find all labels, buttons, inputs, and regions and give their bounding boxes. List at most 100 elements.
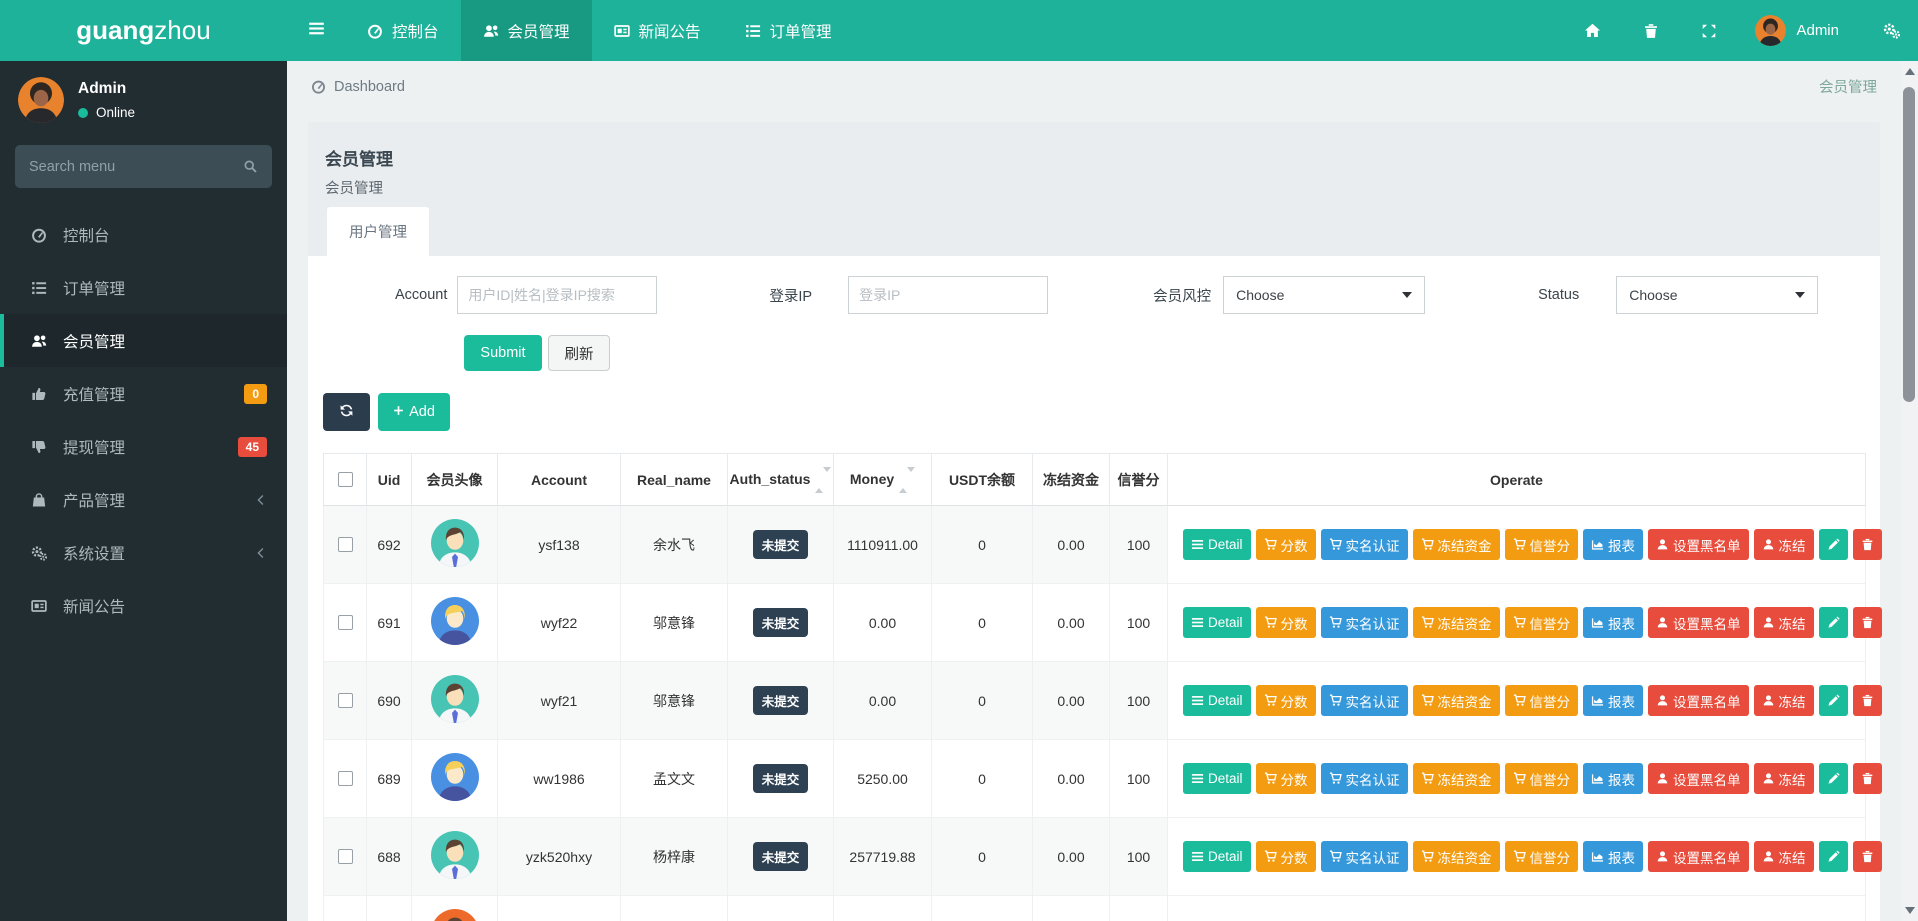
edit-button[interactable]: [1818, 529, 1848, 560]
row-checkbox[interactable]: [337, 693, 353, 708]
operate-buttons: Detail 分数 实名认证 冻结资金 信誉分 报表 设置黑名单 冻结: [1183, 685, 1882, 716]
detail-button[interactable]: Detail: [1183, 685, 1251, 716]
report-button[interactable]: 报表: [1583, 763, 1644, 794]
row-checkbox[interactable]: [337, 771, 353, 786]
realname-auth-button[interactable]: 实名认证: [1320, 763, 1408, 794]
scrollbar-up-button[interactable]: [1901, 63, 1918, 80]
edit-button[interactable]: [1818, 763, 1848, 794]
set-blacklist-button[interactable]: 设置黑名单: [1648, 685, 1749, 716]
delete-button[interactable]: [1852, 763, 1882, 794]
report-button[interactable]: 报表: [1583, 607, 1644, 638]
admin-menu-label[interactable]: Admin: [1796, 22, 1839, 39]
cogs-icon[interactable]: [1883, 22, 1900, 39]
status-select[interactable]: Choose: [1616, 276, 1819, 314]
credit-score-button[interactable]: 信誉分: [1504, 763, 1579, 794]
freeze-button[interactable]: 冻结: [1753, 685, 1814, 716]
detail-button[interactable]: Detail: [1183, 841, 1251, 872]
freeze-funds-button[interactable]: 冻结资金: [1412, 607, 1500, 638]
cart-icon: [1264, 772, 1277, 785]
sidebar-item-orders[interactable]: 订单管理: [0, 261, 287, 314]
expand-icon[interactable]: [1701, 23, 1717, 39]
cart-icon: [1513, 538, 1526, 551]
row-checkbox[interactable]: [337, 849, 353, 864]
nav-item-dashboard[interactable]: 控制台: [345, 0, 461, 61]
edit-button[interactable]: [1818, 607, 1848, 638]
freeze-button[interactable]: 冻结: [1753, 529, 1814, 560]
delete-button[interactable]: [1852, 529, 1882, 560]
select-all-checkbox[interactable]: [337, 472, 353, 487]
report-button[interactable]: 报表: [1583, 841, 1644, 872]
scrollbar-thumb[interactable]: [1903, 87, 1915, 402]
credit-score-button[interactable]: 信誉分: [1504, 685, 1579, 716]
credit-score-button[interactable]: 信誉分: [1504, 529, 1579, 560]
nav-item-news[interactable]: 新闻公告: [592, 0, 723, 61]
score-button[interactable]: 分数: [1255, 529, 1316, 560]
delete-button[interactable]: [1852, 607, 1882, 638]
sidebar-item-settings[interactable]: 系统设置: [0, 526, 287, 579]
nav-item-members[interactable]: 会员管理: [460, 0, 592, 61]
login-ip-input[interactable]: [848, 276, 1049, 314]
freeze-funds-button[interactable]: 冻结资金: [1412, 685, 1500, 716]
add-button[interactable]: Add: [378, 393, 450, 431]
score-button[interactable]: 分数: [1255, 607, 1316, 638]
trash-icon[interactable]: [1643, 23, 1659, 39]
freeze-button[interactable]: 冻结: [1753, 607, 1814, 638]
admin-avatar[interactable]: [1755, 15, 1787, 46]
report-button[interactable]: 报表: [1583, 529, 1644, 560]
score-button[interactable]: 分数: [1255, 685, 1316, 716]
detail-button[interactable]: Detail: [1183, 529, 1251, 560]
breadcrumb-dashboard[interactable]: Dashboard: [334, 79, 405, 95]
sidebar-item-withdraw[interactable]: 提现管理 45: [0, 420, 287, 473]
submit-button[interactable]: Submit: [464, 335, 542, 371]
credit-score-button[interactable]: 信誉分: [1504, 607, 1579, 638]
realname-auth-button[interactable]: 实名认证: [1320, 841, 1408, 872]
account-input[interactable]: [457, 276, 658, 314]
set-blacklist-button[interactable]: 设置黑名单: [1648, 529, 1749, 560]
freeze-funds-button[interactable]: 冻结资金: [1412, 763, 1500, 794]
sidebar-item-recharge[interactable]: 充值管理 0: [0, 367, 287, 420]
realname-auth-button[interactable]: 实名认证: [1320, 607, 1408, 638]
sidebar-item-dashboard[interactable]: 控制台: [0, 208, 287, 261]
edit-button[interactable]: [1818, 685, 1848, 716]
freeze-funds-button[interactable]: 冻结资金: [1412, 841, 1500, 872]
sidebar-item-members[interactable]: 会员管理: [0, 314, 287, 367]
breadcrumb-right-link[interactable]: 会员管理: [1819, 76, 1877, 97]
column-header-auth[interactable]: Auth_status: [727, 453, 834, 506]
delete-button[interactable]: [1852, 685, 1882, 716]
home-icon[interactable]: [1584, 22, 1601, 39]
sidebar-toggle-button[interactable]: [287, 0, 345, 61]
detail-button[interactable]: Detail: [1183, 607, 1251, 638]
nav-item-orders[interactable]: 订单管理: [723, 0, 854, 61]
row-checkbox[interactable]: [337, 615, 353, 630]
credit-score-button[interactable]: 信誉分: [1504, 841, 1579, 872]
tab-user-management[interactable]: 用户管理: [327, 207, 429, 256]
edit-button[interactable]: [1818, 841, 1848, 872]
table-row: 688 yzk520hxy 杨梓康 未提交 257719.88 0 0.00 100 Detai…: [323, 817, 1882, 896]
report-button[interactable]: 报表: [1583, 685, 1644, 716]
row-checkbox[interactable]: [337, 537, 353, 552]
risk-control-select[interactable]: Choose: [1223, 276, 1426, 314]
column-header-money[interactable]: Money: [833, 453, 932, 506]
sidebar-item-news[interactable]: 新闻公告: [0, 579, 287, 632]
search-input[interactable]: [29, 158, 243, 175]
freeze-button[interactable]: 冻结: [1753, 841, 1814, 872]
search-icon[interactable]: [243, 159, 258, 174]
reload-button[interactable]: [323, 393, 370, 431]
freeze-button[interactable]: 冻结: [1753, 763, 1814, 794]
cart-icon: [1513, 850, 1526, 863]
refresh-button[interactable]: 刷新: [548, 335, 610, 371]
sidebar-item-products[interactable]: 产品管理: [0, 473, 287, 526]
set-blacklist-button[interactable]: 设置黑名单: [1648, 607, 1749, 638]
freeze-funds-button[interactable]: 冻结资金: [1412, 529, 1500, 560]
detail-button[interactable]: Detail: [1183, 763, 1251, 794]
score-button[interactable]: 分数: [1255, 763, 1316, 794]
op-button-label: 实名认证: [1345, 616, 1400, 632]
realname-auth-button[interactable]: 实名认证: [1320, 685, 1408, 716]
scrollbar-down-button[interactable]: [1901, 902, 1918, 919]
set-blacklist-button[interactable]: 设置黑名单: [1648, 841, 1749, 872]
realname-auth-button[interactable]: 实名认证: [1320, 529, 1408, 560]
score-button[interactable]: 分数: [1255, 841, 1316, 872]
set-blacklist-button[interactable]: 设置黑名单: [1648, 763, 1749, 794]
delete-button[interactable]: [1852, 841, 1882, 872]
list-ol-icon: [745, 23, 761, 39]
